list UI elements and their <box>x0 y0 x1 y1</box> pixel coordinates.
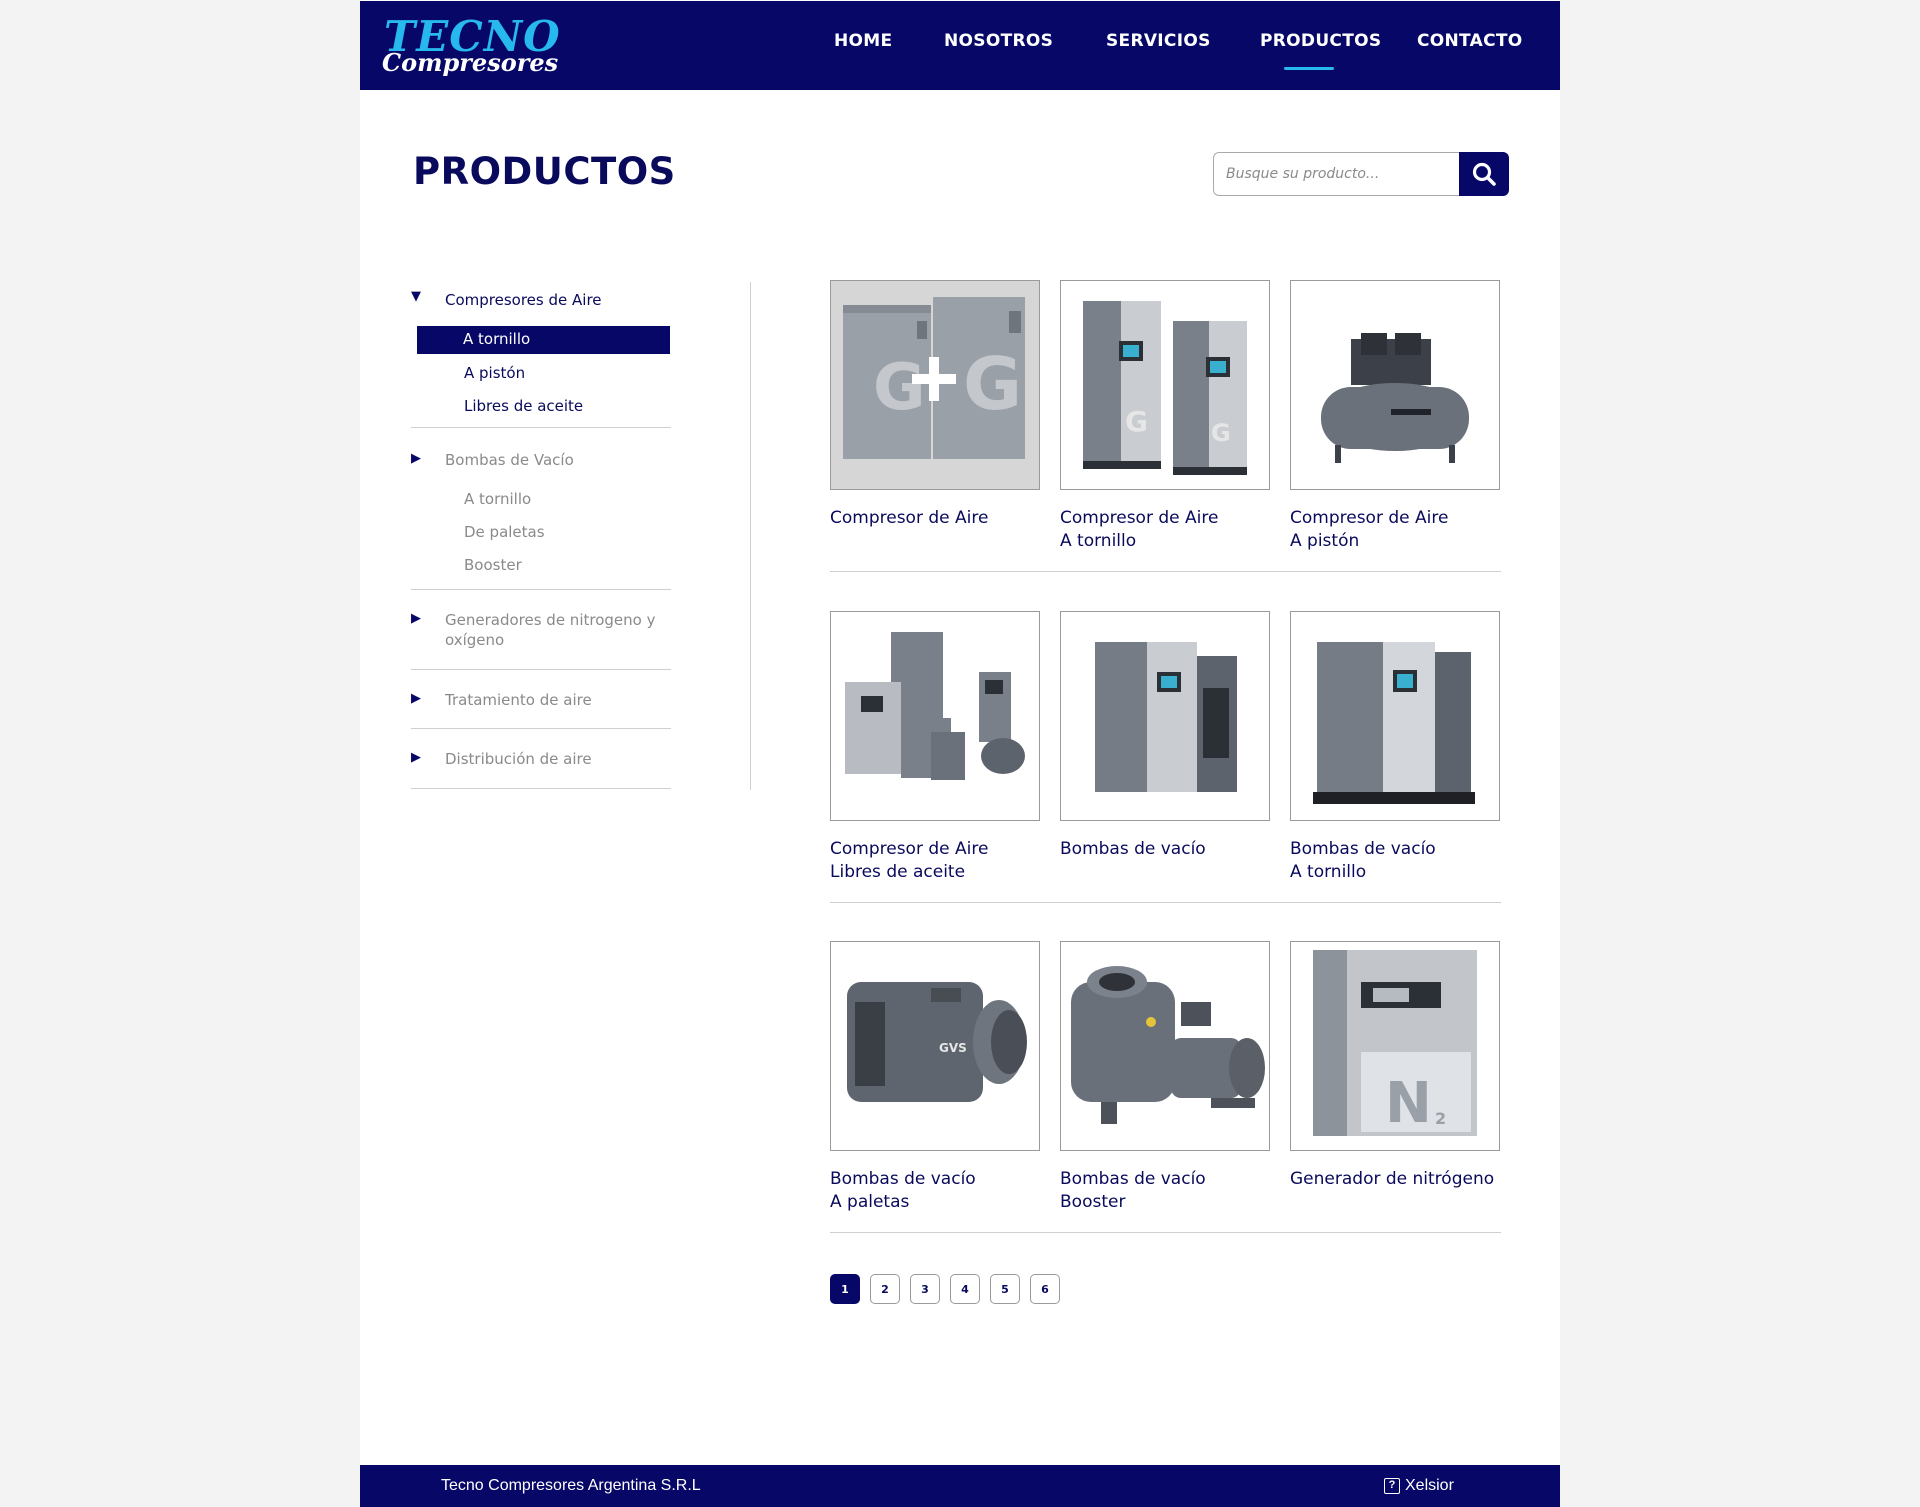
caret-down-icon: ▼ <box>411 289 421 304</box>
search-icon <box>1472 162 1496 186</box>
row-divider <box>830 571 1501 572</box>
product-title[interactable]: Compresor de Aire <box>830 507 988 529</box>
product-title[interactable]: Bombas de vacío <box>1060 838 1206 860</box>
divider <box>411 788 671 789</box>
nav-home[interactable]: HOME <box>834 31 892 51</box>
divider <box>411 589 671 590</box>
booster-pump-image[interactable] <box>1060 941 1270 1151</box>
product-title[interactable]: Compresor de Aire <box>1290 507 1448 529</box>
caret-right-icon: ▶ <box>411 611 421 626</box>
nitrogen-generator-image[interactable]: N 2 <box>1290 941 1500 1151</box>
subcategory-compresores-libres[interactable]: Libres de aceite <box>464 396 583 416</box>
product-title[interactable]: Compresor de Aire <box>830 838 988 860</box>
product-subtitle[interactable]: Booster <box>1060 1191 1125 1213</box>
nav-active-indicator <box>1284 67 1334 70</box>
oil-free-compressor-image[interactable] <box>830 611 1040 821</box>
subcategory-compresores-tornillo[interactable]: A tornillo <box>417 326 670 354</box>
nav-contacto[interactable]: CONTACTO <box>1417 31 1523 51</box>
page-button-4[interactable]: 4 <box>950 1274 980 1304</box>
svg-text:N: N <box>1385 1071 1432 1136</box>
subcategory-label: A tornillo <box>463 330 531 348</box>
search-box <box>1213 152 1509 196</box>
nav-productos[interactable]: PRODUCTOS <box>1260 31 1381 51</box>
caret-right-icon: ▶ <box>411 451 421 466</box>
top-navbar: TECNO Compresores HOME NOSOTROS SERVICIO… <box>360 1 1560 90</box>
page-button-6[interactable]: 6 <box>1030 1274 1060 1304</box>
product-subtitle[interactable]: A pistón <box>1290 530 1359 552</box>
subcategory-bombas-paletas[interactable]: De paletas <box>464 522 545 542</box>
compressor-pair-image[interactable]: G G <box>830 280 1040 490</box>
svg-text:2: 2 <box>1435 1109 1446 1128</box>
vacuum-pump-image[interactable] <box>1060 611 1270 821</box>
nav-servicios[interactable]: SERVICIOS <box>1106 31 1211 51</box>
product-subtitle[interactable]: A paletas <box>830 1191 909 1213</box>
footer-credit-link[interactable]: ? Xelsior <box>1384 1477 1454 1495</box>
sidebar-divider <box>750 282 751 790</box>
divider <box>411 669 671 670</box>
screw-vacuum-pump-image[interactable] <box>1290 611 1500 821</box>
category-label: Distribución de aire <box>445 750 592 768</box>
product-title[interactable]: Bombas de vacío <box>1290 838 1436 860</box>
category-label: Compresores de Aire <box>445 291 602 309</box>
row-divider <box>830 1232 1501 1233</box>
footer: Tecno Compresores Argentina S.R.L ? Xels… <box>360 1465 1560 1507</box>
help-icon: ? <box>1384 1478 1400 1494</box>
search-input[interactable] <box>1213 152 1459 196</box>
svg-text:G: G <box>1125 405 1148 438</box>
screw-compressor-image[interactable]: G G <box>1060 280 1270 490</box>
nav-nosotros[interactable]: NOSOTROS <box>944 31 1053 51</box>
page-button-1[interactable]: 1 <box>830 1274 860 1304</box>
page-container: TECNO Compresores HOME NOSOTROS SERVICIO… <box>360 0 1560 1507</box>
search-button[interactable] <box>1459 152 1509 196</box>
vane-vacuum-pump-image[interactable]: GVS <box>830 941 1040 1151</box>
svg-text:GVS: GVS <box>939 1041 967 1055</box>
divider <box>411 728 671 729</box>
footer-company: Tecno Compresores Argentina S.R.L <box>441 1477 701 1494</box>
page-button-2[interactable]: 2 <box>870 1274 900 1304</box>
divider <box>411 427 671 428</box>
caret-right-icon: ▶ <box>411 750 421 765</box>
product-title[interactable]: Generador de nitrógeno <box>1290 1168 1494 1190</box>
page-button-5[interactable]: 5 <box>990 1274 1020 1304</box>
caret-right-icon: ▶ <box>411 691 421 706</box>
page-button-3[interactable]: 3 <box>910 1274 940 1304</box>
logo[interactable]: TECNO Compresores <box>382 15 560 81</box>
subcategory-bombas-tornillo[interactable]: A tornillo <box>464 489 531 509</box>
subcategory-bombas-booster[interactable]: Booster <box>464 555 522 575</box>
product-subtitle[interactable]: A tornillo <box>1290 861 1366 883</box>
subcategory-compresores-piston[interactable]: A pistón <box>464 363 525 383</box>
product-subtitle[interactable]: Libres de aceite <box>830 861 965 883</box>
footer-credit: Xelsior <box>1405 1477 1454 1494</box>
svg-text:G: G <box>963 342 1022 426</box>
svg-text:G: G <box>873 351 926 425</box>
product-title[interactable]: Compresor de Aire <box>1060 507 1218 529</box>
piston-compressor-image[interactable] <box>1290 280 1500 490</box>
product-title[interactable]: Bombas de vacío <box>830 1168 976 1190</box>
row-divider <box>830 902 1501 903</box>
product-subtitle[interactable]: A tornillo <box>1060 530 1136 552</box>
svg-text:G: G <box>1211 419 1231 447</box>
category-label: Tratamiento de aire <box>445 691 592 709</box>
category-label: Generadores de nitrogeno y oxígeno <box>445 611 656 649</box>
product-title[interactable]: Bombas de vacío <box>1060 1168 1206 1190</box>
page-title: PRODUCTOS <box>413 150 676 193</box>
category-label: Bombas de Vacío <box>445 451 574 469</box>
logo-line-2: Compresores <box>382 48 559 77</box>
